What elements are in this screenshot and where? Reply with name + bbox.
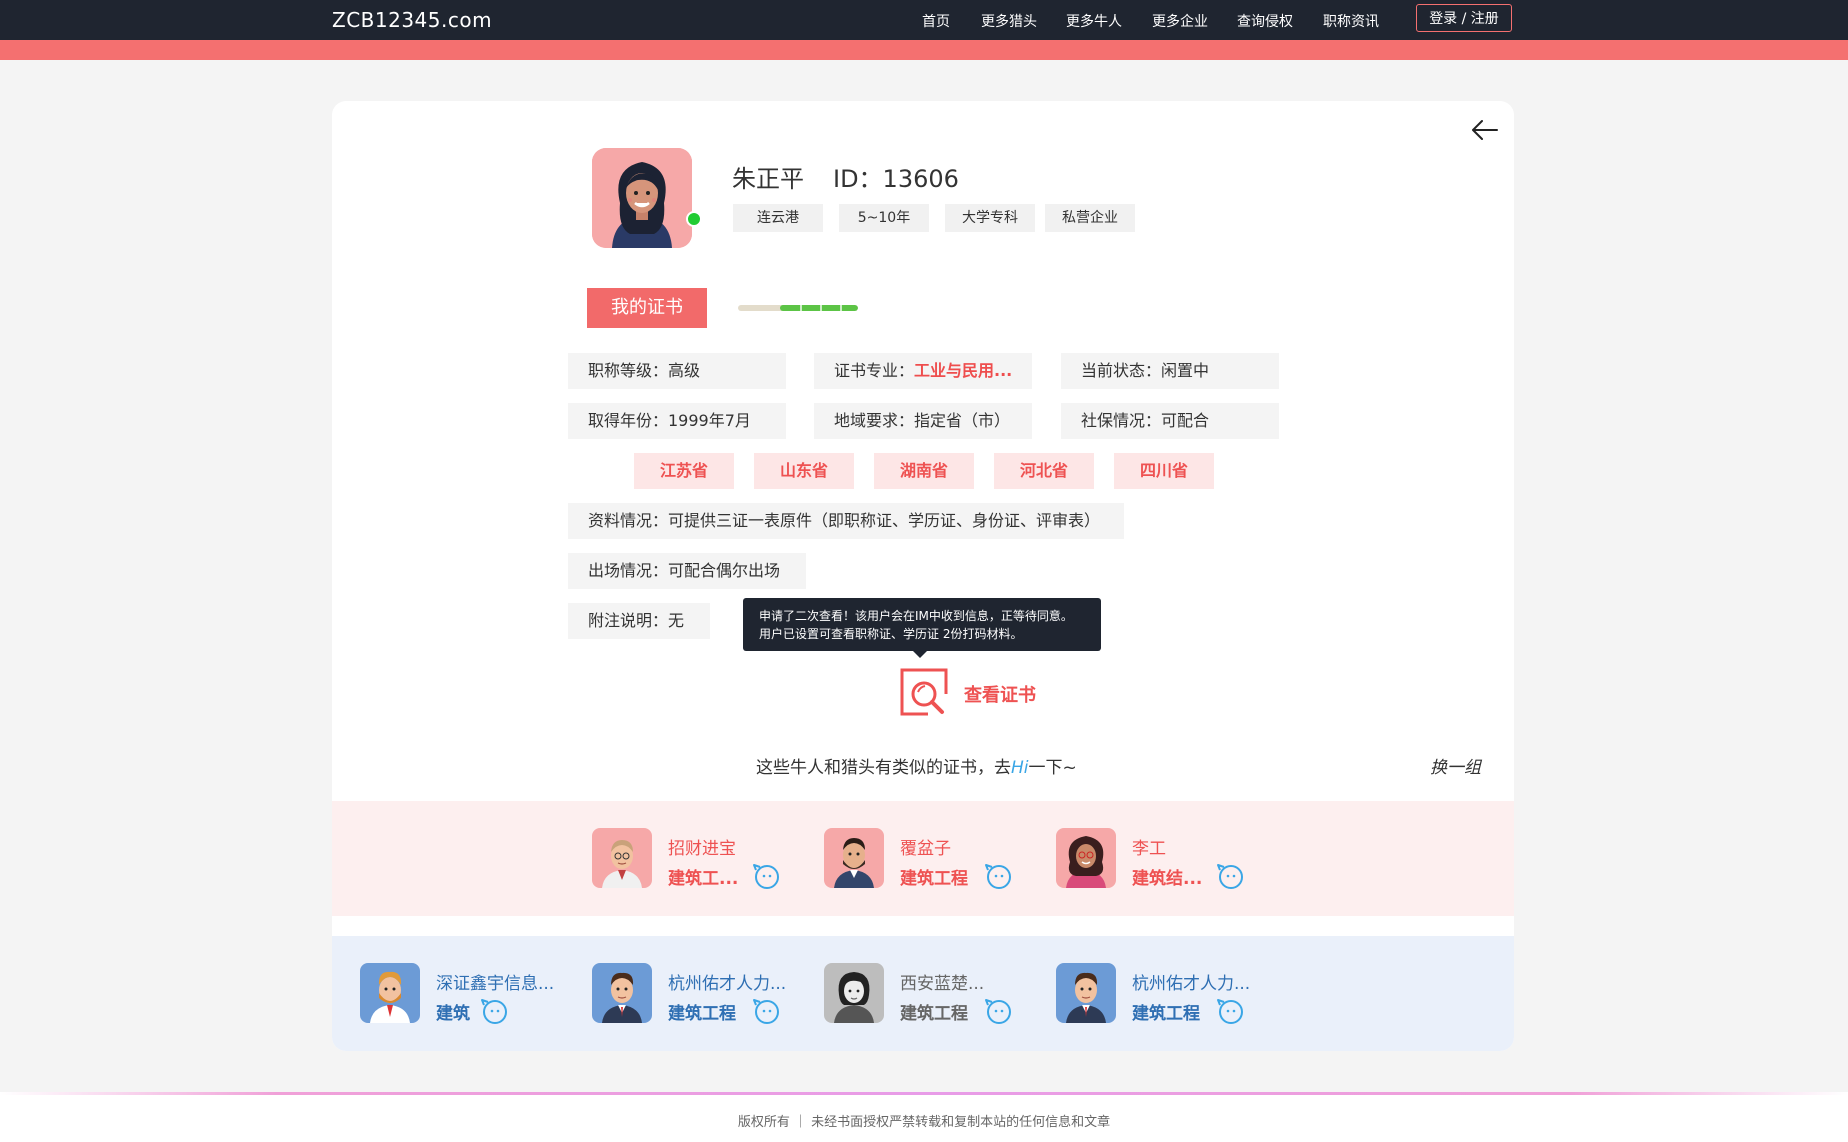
nav-infringement-query[interactable]: 查询侵权 xyxy=(1237,11,1293,31)
nav-home[interactable]: 首页 xyxy=(922,11,950,31)
hunter-field: 建筑工程 xyxy=(1132,1004,1200,1024)
tag-location: 连云港 xyxy=(733,204,823,232)
nav-more-talents[interactable]: 更多牛人 xyxy=(1066,11,1122,31)
chat-bubble-icon[interactable] xyxy=(1216,997,1244,1025)
hunter-avatar xyxy=(1056,963,1116,1023)
chat-bubble-icon[interactable] xyxy=(752,997,780,1025)
talent-field: 建筑工程 xyxy=(900,869,968,889)
talent-field: 建筑结... xyxy=(1132,869,1203,889)
province-tag: 江苏省 xyxy=(634,453,734,489)
field-cert-major: 证书专业：工业与民用... xyxy=(814,353,1032,389)
similar-prompt: 这些牛人和猎头有类似的证书，去Hi一下~ xyxy=(756,753,1077,778)
talent-field: 建筑工... xyxy=(668,869,739,889)
talent-card[interactable]: 覆盆子 建筑工程 xyxy=(824,828,1044,890)
view-certificate-button[interactable]: 查看证书 xyxy=(964,681,1036,707)
talent-name: 李工 xyxy=(1132,839,1166,859)
talent-name: 覆盆子 xyxy=(900,839,951,859)
hunter-name: 杭州佑才人力... xyxy=(668,974,787,994)
chat-bubble-icon[interactable] xyxy=(752,862,780,890)
chat-bubble-icon[interactable] xyxy=(984,862,1012,890)
hunter-name: 西安蓝楚... xyxy=(900,974,985,994)
online-status-dot xyxy=(686,211,702,227)
profile-card: 朱正平 ID：13606 连云港 5~10年 大学专科 私营企业 我的证书 职称… xyxy=(332,101,1514,1051)
hunter-name: 深证鑫宇信息... xyxy=(436,974,555,994)
footer-copyright: 版权所有 ｜ 未经书面授权严禁转载和复制本站的任何信息和文章 xyxy=(737,1115,1111,1130)
hunter-card[interactable]: 深证鑫宇信息... 建筑 xyxy=(360,963,580,1025)
tag-experience: 5~10年 xyxy=(839,204,929,232)
province-tag: 河北省 xyxy=(994,453,1094,489)
female-avatar-icon xyxy=(1056,828,1116,888)
field-social-security: 社保情况：可配合 xyxy=(1061,403,1279,439)
profile-avatar xyxy=(592,148,692,248)
female-avatar-icon xyxy=(824,963,884,1023)
tooltip-line-1: 申请了二次查看！该用户会在IM中收到信息，正等待同意。 xyxy=(759,609,1073,623)
nav-title-news[interactable]: 职称资讯 xyxy=(1323,11,1379,31)
female-avatar-icon xyxy=(592,148,692,248)
top-nav-bar: ZCB12345.com 首页 更多猎头 更多牛人 更多企业 查询侵权 职称资讯… xyxy=(0,0,1848,40)
nav-more-hunters[interactable]: 更多猎头 xyxy=(981,11,1037,31)
tooltip-line-2: 用户已设置可查看职称证、学历证 2份打码材料。 xyxy=(759,627,1023,641)
hunter-card[interactable]: 西安蓝楚... 建筑工程 xyxy=(824,963,1044,1025)
province-tag: 湖南省 xyxy=(874,453,974,489)
header-accent-band xyxy=(0,40,1848,60)
province-tag: 四川省 xyxy=(1114,453,1214,489)
field-current-status: 当前状态：闲置中 xyxy=(1061,353,1279,389)
similar-text-before: 这些牛人和猎头有类似的证书，去 xyxy=(756,758,1011,778)
field-materials: 资料情况：可提供三证一表原件（即职称证、学历证、身份证、评审表） xyxy=(568,503,1124,539)
field-year-obtained: 取得年份：1999年7月 xyxy=(568,403,786,439)
progress-fill xyxy=(780,305,858,311)
login-register-button[interactable]: 登录 / 注册 xyxy=(1416,4,1512,32)
profile-name: 朱正平 xyxy=(732,165,804,193)
tag-education: 大学专科 xyxy=(945,204,1035,232)
magnifier-icon[interactable] xyxy=(898,666,950,718)
male-avatar-icon xyxy=(592,828,652,888)
male-avatar-icon xyxy=(824,828,884,888)
talent-avatar xyxy=(592,828,652,888)
field-attendance: 出场情况：可配合偶尔出场 xyxy=(568,553,806,589)
male-avatar-icon xyxy=(1056,963,1116,1023)
hunter-field: 建筑工程 xyxy=(668,1004,736,1024)
chat-bubble-icon[interactable] xyxy=(984,997,1012,1025)
view-request-tooltip: 申请了二次查看！该用户会在IM中收到信息，正等待同意。 用户已设置可查看职称证、… xyxy=(743,598,1101,651)
hunter-card[interactable]: 杭州佑才人力... 建筑工程 xyxy=(592,963,812,1025)
province-tag: 山东省 xyxy=(754,453,854,489)
field-region-requirement: 地域要求：指定省（市） xyxy=(814,403,1032,439)
certificate-progress-bar xyxy=(738,305,858,311)
swap-group-button[interactable]: 换一组 xyxy=(1430,753,1481,778)
similar-talents-row: 招财进宝 建筑工... 覆盆子 建筑工程 李工 建筑结... xyxy=(332,801,1514,916)
male-avatar-icon xyxy=(592,963,652,1023)
male-avatar-icon xyxy=(360,963,420,1023)
hi-link[interactable]: Hi xyxy=(1011,758,1029,778)
hunter-field: 建筑工程 xyxy=(900,1004,968,1024)
talent-avatar xyxy=(1056,828,1116,888)
tooltip-caret xyxy=(912,650,928,658)
talent-card[interactable]: 招财进宝 建筑工... xyxy=(592,828,812,890)
similar-text-after: 一下~ xyxy=(1028,758,1077,778)
progress-tick xyxy=(840,305,842,311)
progress-tick xyxy=(800,305,802,311)
field-remark: 附注说明：无 xyxy=(568,603,710,639)
tag-company-type: 私营企业 xyxy=(1045,204,1135,232)
hunter-name: 杭州佑才人力... xyxy=(1132,974,1251,994)
hunter-avatar xyxy=(592,963,652,1023)
progress-tick xyxy=(820,305,822,311)
chat-bubble-icon[interactable] xyxy=(1216,862,1244,890)
talent-name: 招财进宝 xyxy=(668,839,736,859)
profile-id: ID：13606 xyxy=(833,165,959,193)
cert-major-label: 证书专业： xyxy=(834,361,915,380)
my-certificate-tab[interactable]: 我的证书 xyxy=(587,288,707,328)
talent-avatar xyxy=(824,828,884,888)
back-arrow-icon[interactable] xyxy=(1470,115,1500,145)
site-logo[interactable]: ZCB12345.com xyxy=(332,8,492,32)
hunter-avatar xyxy=(824,963,884,1023)
hunter-field: 建筑 xyxy=(436,1004,470,1024)
chat-bubble-icon[interactable] xyxy=(480,997,508,1025)
cert-major-value[interactable]: 工业与民用... xyxy=(914,361,1012,380)
talent-card[interactable]: 李工 建筑结... xyxy=(1056,828,1276,890)
similar-hunters-row: 深证鑫宇信息... 建筑 杭州佑才人力... 建筑工程 西安蓝楚... 建筑工程… xyxy=(332,936,1514,1051)
field-title-level: 职称等级：高级 xyxy=(568,353,786,389)
nav-more-companies[interactable]: 更多企业 xyxy=(1152,11,1208,31)
hunter-card[interactable]: 杭州佑才人力... 建筑工程 xyxy=(1056,963,1276,1025)
hunter-avatar xyxy=(360,963,420,1023)
